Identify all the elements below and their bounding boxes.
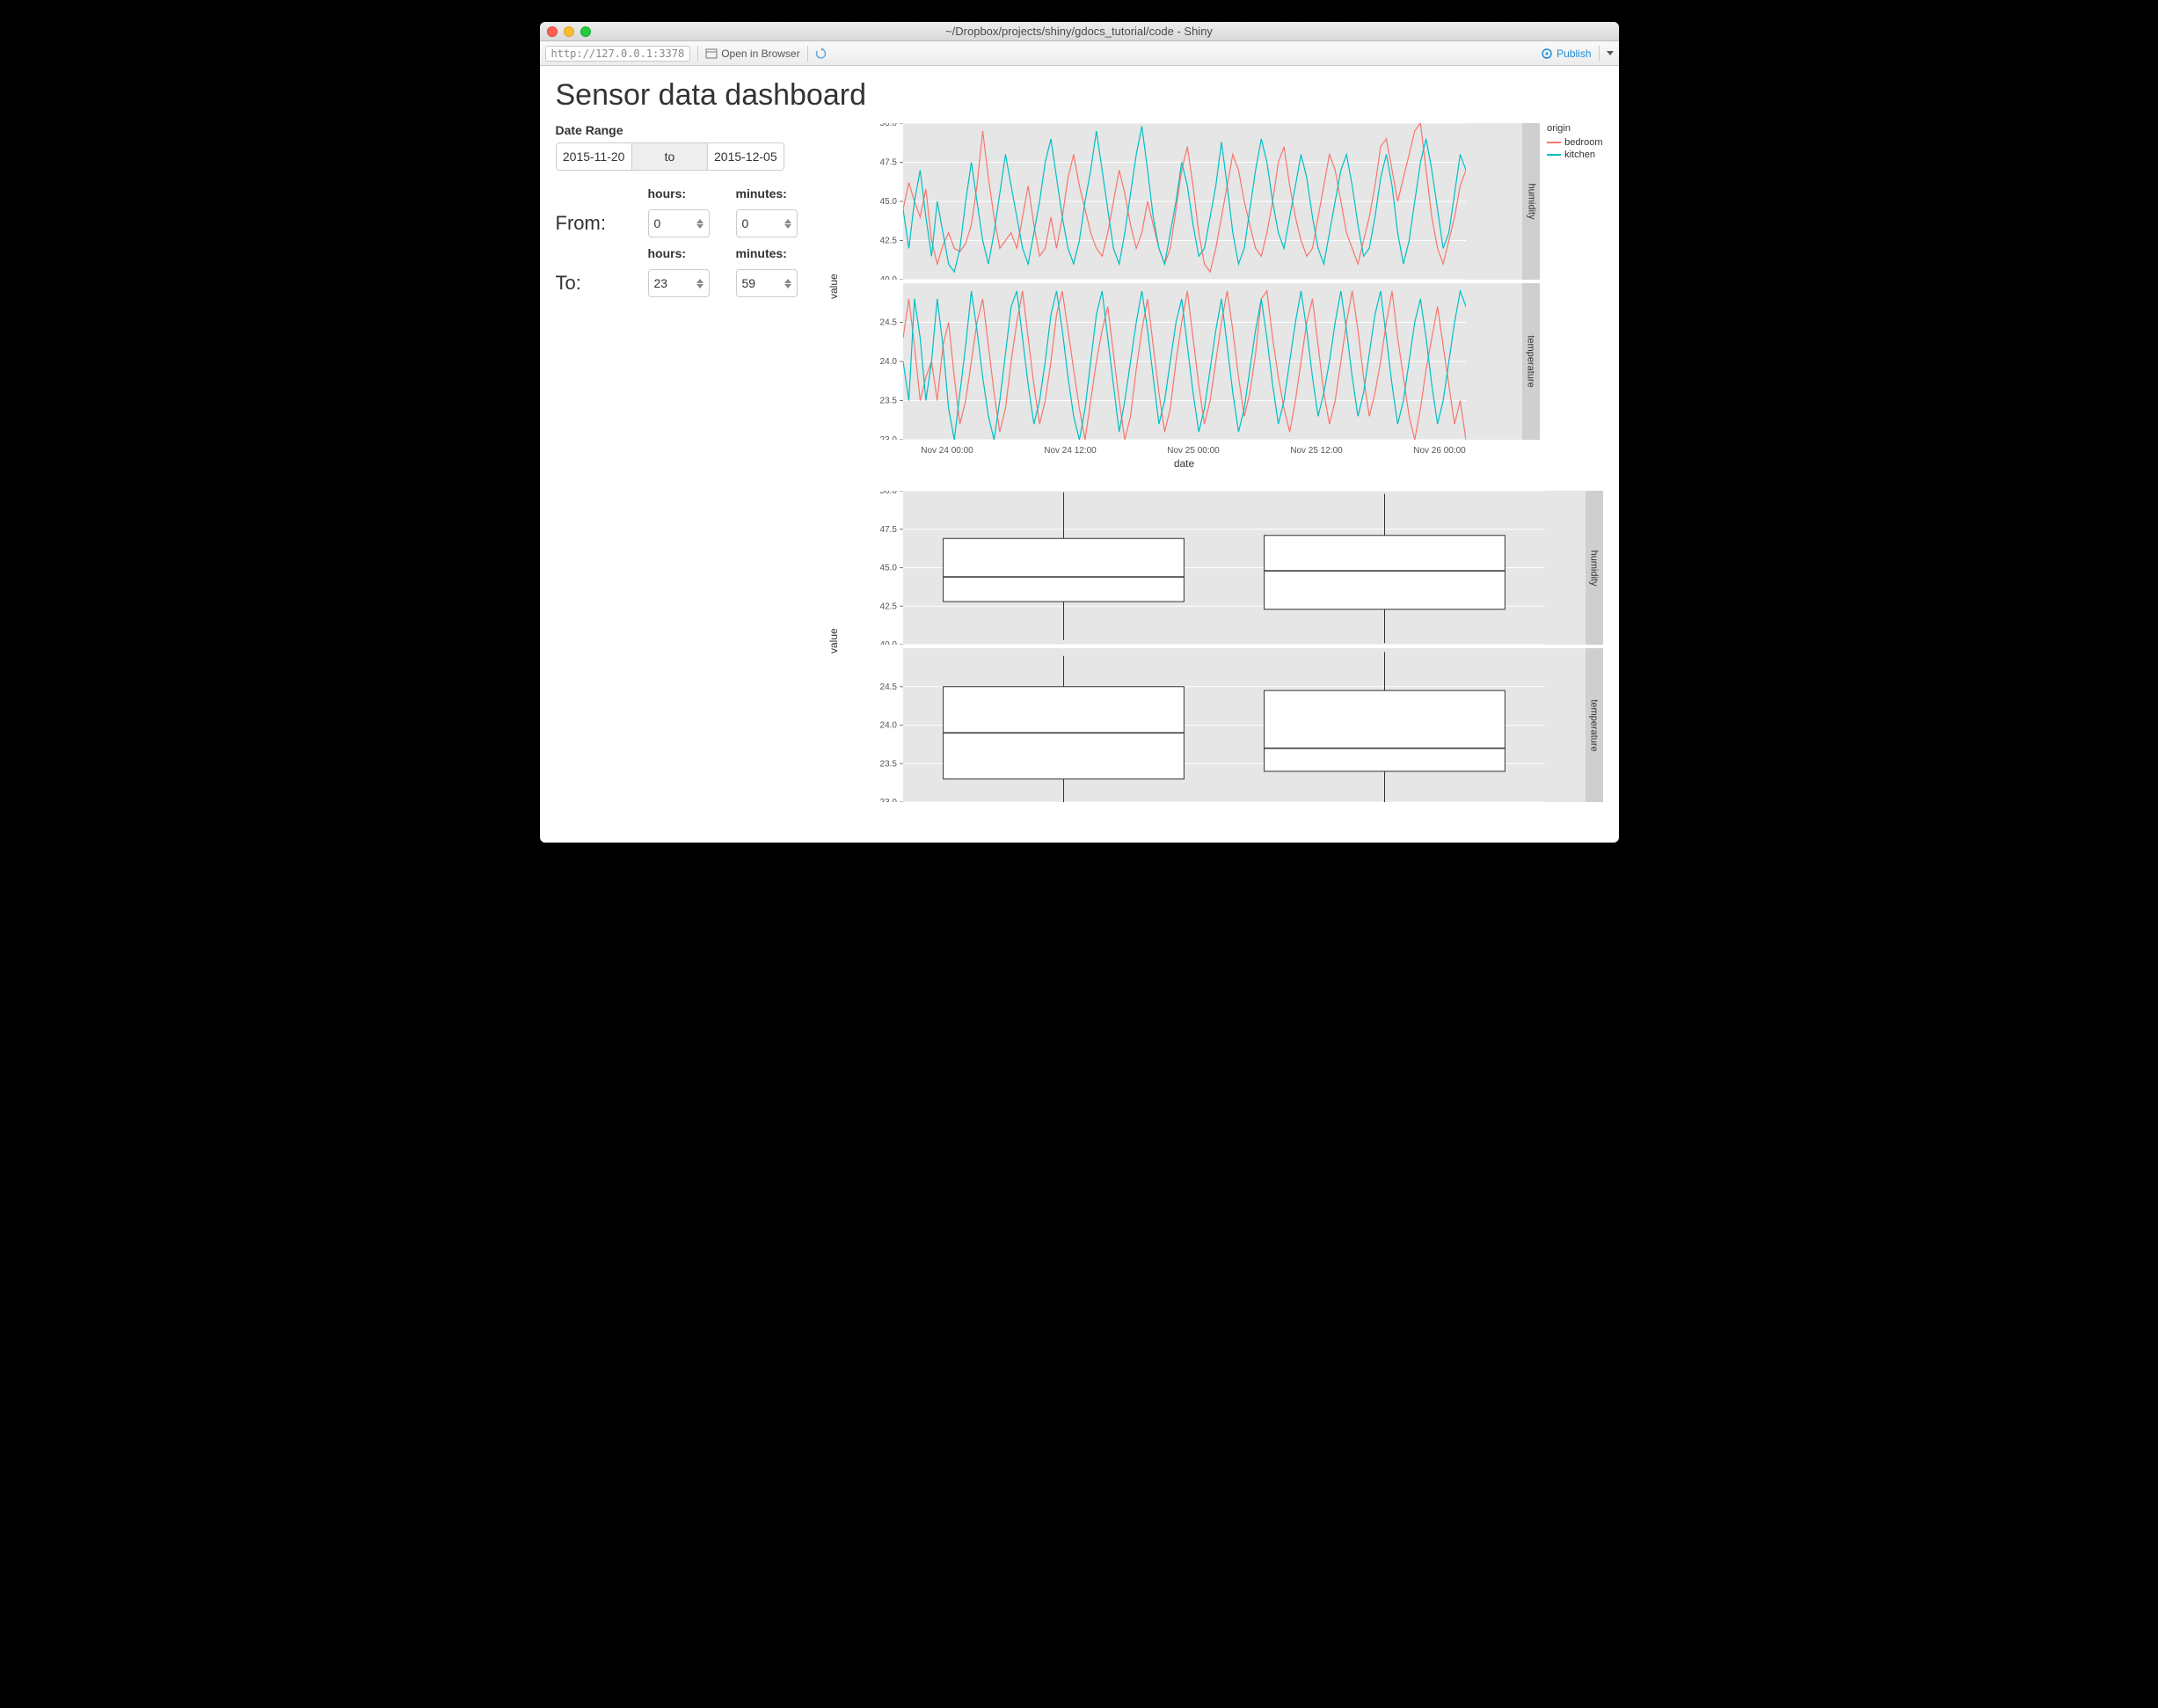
facet-strip-humidity: humidity: [1522, 123, 1540, 280]
svg-text:Nov 25 00:00: Nov 25 00:00: [1167, 446, 1220, 456]
date-range-label: Date Range: [556, 123, 820, 137]
facet-strip-humidity-2: humidity: [1586, 491, 1603, 645]
svg-text:Nov 24 12:00: Nov 24 12:00: [1044, 446, 1097, 456]
svg-text:40.0: 40.0: [879, 275, 897, 280]
page-title: Sensor data dashboard: [556, 78, 1603, 113]
svg-text:42.5: 42.5: [879, 237, 897, 246]
svg-text:Nov 24 00:00: Nov 24 00:00: [921, 446, 973, 456]
svg-text:45.0: 45.0: [879, 564, 897, 573]
facet-strip-temperature-2: temperature: [1586, 648, 1603, 802]
svg-text:47.5: 47.5: [879, 525, 897, 535]
date-to-label: to: [631, 143, 708, 170]
facet-strip-temperature: temperature: [1522, 283, 1540, 440]
app-window: ~/Dropbox/projects/shiny/gdocs_tutorial/…: [540, 22, 1619, 843]
svg-text:Nov 25 12:00: Nov 25 12:00: [1290, 446, 1343, 456]
to-minutes-value: 59: [742, 276, 756, 290]
humidity-line-chart: [903, 123, 1466, 280]
line-plot: value 40.042.545.047.550.0 23.023.524.02…: [837, 123, 1603, 475]
close-icon[interactable]: [547, 26, 558, 37]
spinner-icon: [696, 279, 704, 288]
hours-col-label-2: hours:: [648, 246, 727, 260]
legend: origin bedroom kitchen: [1547, 123, 1602, 456]
svg-text:23.5: 23.5: [879, 759, 897, 769]
from-row-label: From:: [556, 212, 639, 235]
minutes-col-label: minutes:: [736, 186, 815, 201]
window-title: ~/Dropbox/projects/shiny/gdocs_tutorial/…: [540, 25, 1619, 38]
svg-text:42.5: 42.5: [879, 602, 897, 611]
spinner-icon: [784, 279, 791, 288]
svg-text:24.5: 24.5: [879, 318, 897, 328]
date-end-input[interactable]: 2015-12-05: [708, 143, 783, 170]
from-minutes-input[interactable]: 0: [736, 209, 798, 237]
main-panel: value 40.042.545.047.550.0 23.023.524.02…: [837, 123, 1603, 825]
open-in-browser-button[interactable]: Open in Browser: [705, 47, 799, 60]
svg-text:23.0: 23.0: [879, 798, 897, 802]
publish-menu-button[interactable]: [1607, 51, 1614, 55]
minimize-icon[interactable]: [564, 26, 574, 37]
window-controls: [547, 26, 591, 37]
reload-icon: [815, 47, 827, 60]
open-in-browser-label: Open in Browser: [721, 47, 799, 60]
to-row-label: To:: [556, 272, 639, 295]
x-axis-label: date: [903, 457, 1466, 470]
svg-text:24.0: 24.0: [879, 721, 897, 731]
svg-text:24.5: 24.5: [879, 682, 897, 692]
from-minutes-value: 0: [742, 216, 749, 230]
from-hours-value: 0: [654, 216, 661, 230]
legend-title: origin: [1547, 123, 1602, 134]
legend-bedroom: bedroom: [1564, 137, 1602, 148]
svg-text:Nov 26 00:00: Nov 26 00:00: [1413, 446, 1466, 456]
sidebar: Date Range 2015-11-20 to 2015-12-05 hour…: [556, 123, 820, 825]
to-minutes-input[interactable]: 59: [736, 269, 798, 297]
url-field[interactable]: http://127.0.0.1:3378: [545, 46, 691, 62]
to-hours-value: 23: [654, 276, 668, 290]
chevron-down-icon: [1607, 51, 1614, 55]
svg-text:23.0: 23.0: [879, 435, 897, 440]
browser-icon: [705, 48, 718, 59]
svg-text:47.5: 47.5: [879, 158, 897, 168]
publish-label: Publish: [1557, 47, 1591, 60]
spinner-icon: [784, 219, 791, 229]
zoom-icon[interactable]: [580, 26, 591, 37]
to-hours-input[interactable]: 23: [648, 269, 710, 297]
temperature-line-chart: [903, 283, 1466, 440]
date-start-input[interactable]: 2015-11-20: [557, 143, 631, 170]
humidity-box-chart: [903, 491, 1545, 645]
svg-text:40.0: 40.0: [879, 640, 897, 645]
spinner-icon: [696, 219, 704, 229]
box-plot: value 40.042.545.047.550.0 23.023.524.02…: [837, 491, 1603, 825]
date-range-input: 2015-11-20 to 2015-12-05: [556, 142, 784, 171]
reload-button[interactable]: [815, 47, 827, 60]
toolbar: http://127.0.0.1:3378 Open in Browser Pu…: [540, 41, 1619, 66]
minutes-col-label-2: minutes:: [736, 246, 815, 260]
temperature-box-chart: [903, 648, 1545, 802]
publish-icon: [1541, 47, 1553, 60]
y-axis-label-2: value: [827, 628, 840, 653]
y-axis-label: value: [827, 274, 840, 299]
svg-text:50.0: 50.0: [879, 123, 897, 128]
svg-text:24.0: 24.0: [879, 357, 897, 367]
svg-text:45.0: 45.0: [879, 197, 897, 207]
hours-col-label: hours:: [648, 186, 727, 201]
svg-text:23.5: 23.5: [879, 397, 897, 406]
from-hours-input[interactable]: 0: [648, 209, 710, 237]
svg-text:50.0: 50.0: [879, 491, 897, 496]
publish-button[interactable]: Publish: [1541, 47, 1591, 60]
titlebar: ~/Dropbox/projects/shiny/gdocs_tutorial/…: [540, 22, 1619, 41]
legend-kitchen: kitchen: [1564, 150, 1595, 160]
